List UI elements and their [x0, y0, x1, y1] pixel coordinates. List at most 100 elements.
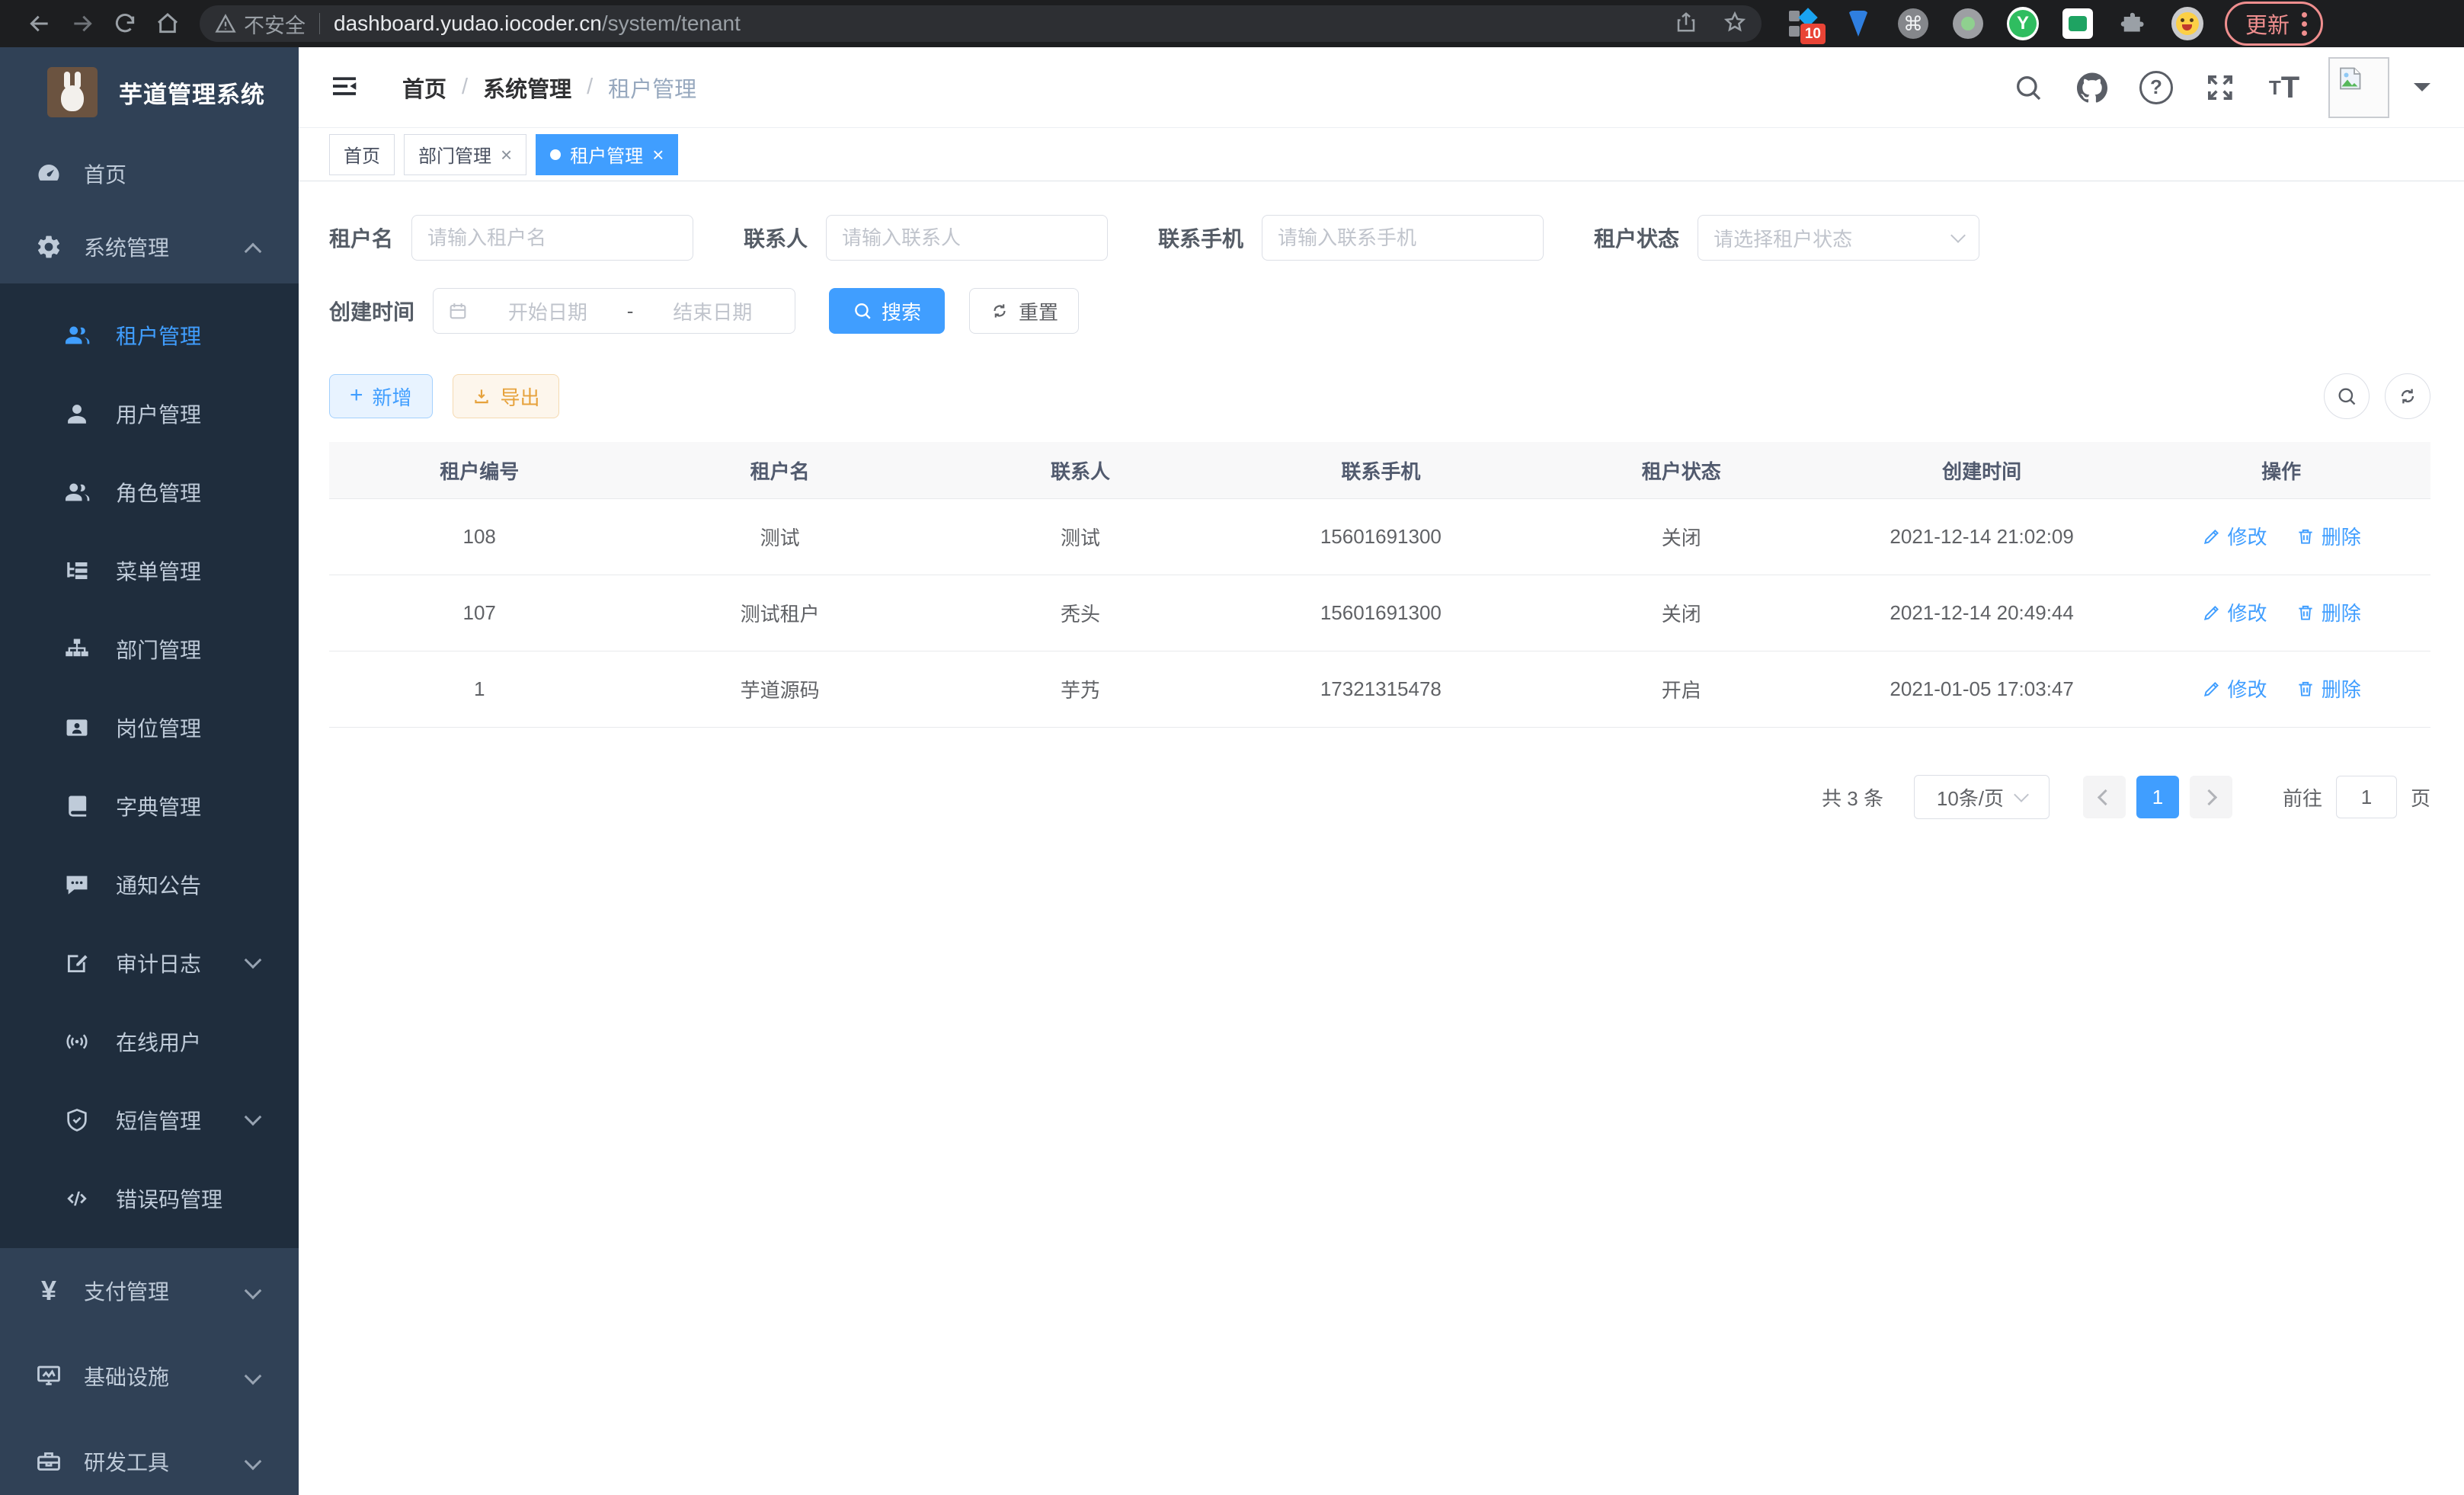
- shield-icon: [62, 1106, 91, 1135]
- trash-icon: [2296, 603, 2315, 623]
- sidebar-item-tenant[interactable]: 租户管理: [0, 296, 299, 374]
- tab-home[interactable]: 首页: [329, 134, 395, 175]
- extension-command-icon[interactable]: ⌘: [1897, 8, 1929, 40]
- extension-record-icon[interactable]: [1952, 8, 1984, 40]
- cell-created: 2021-12-14 21:02:09: [1832, 499, 2132, 575]
- tab-label: 部门管理: [418, 141, 491, 168]
- col-status: 租户状态: [1531, 442, 1832, 499]
- sidebar-item-audit-log[interactable]: 审计日志: [0, 924, 299, 1002]
- table-toolbar: + 新增 导出: [329, 373, 2430, 419]
- close-icon[interactable]: ×: [501, 145, 512, 165]
- edit-link[interactable]: 修改: [2202, 674, 2267, 703]
- code-icon: [62, 1184, 91, 1213]
- forward-icon[interactable]: [61, 7, 104, 40]
- back-icon[interactable]: [18, 7, 61, 40]
- chrome-update-button[interactable]: 更新: [2225, 2, 2323, 46]
- page-size-select[interactable]: 10条/页: [1914, 775, 2050, 819]
- cell-tenant-name: 测试: [629, 499, 930, 575]
- plus-icon: +: [350, 384, 363, 407]
- sidebar-item-user[interactable]: 用户管理: [0, 374, 299, 453]
- sidebar-item-system[interactable]: 系统管理: [0, 210, 299, 283]
- delete-link[interactable]: 删除: [2296, 674, 2361, 703]
- sidebar-item-error-code[interactable]: 错误码管理: [0, 1159, 299, 1237]
- sidebar-item-dept[interactable]: 部门管理: [0, 610, 299, 688]
- delete-link[interactable]: 删除: [2296, 522, 2361, 550]
- filter-form-row-2: 创建时间 开始日期 - 结束日期 搜索 重置: [329, 288, 2430, 334]
- fullscreen-icon[interactable]: [2200, 68, 2240, 107]
- next-page-button[interactable]: [2190, 776, 2232, 818]
- app-title: 芋道管理系统: [119, 75, 265, 110]
- sidebar-item-post[interactable]: 岗位管理: [0, 688, 299, 767]
- sidebar-item-home[interactable]: 首页: [0, 137, 299, 210]
- sidebar-item-role[interactable]: 角色管理: [0, 453, 299, 531]
- prev-page-button[interactable]: [2083, 776, 2126, 818]
- collapse-sidebar-icon[interactable]: [329, 71, 363, 104]
- edit-link[interactable]: 修改: [2202, 598, 2267, 626]
- yen-icon: ¥: [34, 1276, 64, 1306]
- font-size-icon[interactable]: TT: [2264, 68, 2304, 107]
- help-icon[interactable]: ?: [2136, 68, 2176, 107]
- tab-tenant[interactable]: 租户管理 ×: [536, 134, 678, 175]
- breadcrumb-home[interactable]: 首页: [402, 72, 446, 104]
- security-warning[interactable]: 不安全: [215, 9, 306, 39]
- breadcrumb-current: 租户管理: [608, 72, 696, 104]
- contact-input[interactable]: [826, 215, 1108, 261]
- show-search-button[interactable]: [2324, 373, 2370, 419]
- contact-label: 联系人: [744, 222, 808, 253]
- chevron-down-icon: [245, 1368, 262, 1385]
- goto-page-input[interactable]: [2336, 776, 2397, 818]
- total-count: 共 3 条: [1822, 783, 1883, 812]
- pen-icon: [2202, 527, 2222, 546]
- tree-list-icon: [62, 556, 91, 585]
- edit-link[interactable]: 修改: [2202, 522, 2267, 550]
- warning-triangle-icon: [215, 13, 236, 34]
- sidebar-item-online-users[interactable]: 在线用户: [0, 1002, 299, 1080]
- tenant-name-input[interactable]: [411, 215, 693, 261]
- cell-created: 2021-01-05 17:03:47: [1832, 651, 2132, 728]
- sidebar-item-menu[interactable]: 菜单管理: [0, 531, 299, 610]
- extension-emoji-icon[interactable]: [2171, 8, 2203, 40]
- sidebar-item-payment[interactable]: ¥ 支付管理: [0, 1248, 299, 1333]
- home-icon[interactable]: [146, 7, 189, 40]
- avatar-caret-icon[interactable]: [2414, 83, 2430, 100]
- avatar[interactable]: [2328, 57, 2389, 118]
- delete-link[interactable]: 删除: [2296, 598, 2361, 626]
- tab-dept[interactable]: 部门管理 ×: [404, 134, 526, 175]
- cell-created: 2021-12-14 20:49:44: [1832, 575, 2132, 651]
- close-icon[interactable]: ×: [652, 145, 664, 165]
- page-1-button[interactable]: 1: [2136, 776, 2179, 818]
- extension-yudao-icon[interactable]: Y: [2007, 8, 2039, 40]
- date-range-picker[interactable]: 开始日期 - 结束日期: [433, 288, 795, 334]
- browser-toolbar: 不安全 dashboard.yudao.iocoder.cn/system/te…: [0, 0, 2464, 47]
- cell-status: 关闭: [1531, 499, 1832, 575]
- sidebar-item-sms[interactable]: 短信管理: [0, 1080, 299, 1159]
- mobile-input[interactable]: [1262, 215, 1544, 261]
- browser-menu-icon[interactable]: [2302, 12, 2307, 36]
- cell-tenant-name: 测试租户: [629, 575, 930, 651]
- reset-button[interactable]: 重置: [969, 288, 1079, 334]
- status-select[interactable]: 请选择租户状态: [1698, 215, 1979, 261]
- sidebar-item-devtools[interactable]: 研发工具: [0, 1419, 299, 1495]
- extension-kite-icon[interactable]: [1842, 8, 1874, 40]
- github-icon[interactable]: [2072, 68, 2112, 107]
- bookmark-star-icon[interactable]: [1723, 11, 1746, 37]
- extension-chat-icon[interactable]: [2062, 8, 2094, 40]
- sidebar-item-notice[interactable]: 通知公告: [0, 845, 299, 924]
- header-search-icon[interactable]: [2008, 68, 2048, 107]
- search-button[interactable]: 搜索: [829, 288, 945, 334]
- refresh-table-button[interactable]: [2385, 373, 2430, 419]
- sidebar-item-infra[interactable]: 基础设施: [0, 1333, 299, 1419]
- toolbox-icon: [34, 1446, 64, 1477]
- extension-tabs-icon[interactable]: 10: [1787, 8, 1819, 40]
- breadcrumb-system[interactable]: 系统管理: [483, 72, 571, 104]
- add-button[interactable]: + 新增: [329, 374, 433, 418]
- sidebar-item-dict[interactable]: 字典管理: [0, 767, 299, 845]
- export-button[interactable]: 导出: [453, 374, 559, 418]
- share-icon[interactable]: [1675, 11, 1698, 37]
- app-logo-row[interactable]: 芋道管理系统: [0, 47, 299, 137]
- extensions-puzzle-icon[interactable]: [2117, 8, 2149, 40]
- cell-tenant-name: 芋道源码: [629, 651, 930, 728]
- reload-icon[interactable]: [104, 7, 146, 40]
- address-bar[interactable]: 不安全 dashboard.yudao.iocoder.cn/system/te…: [200, 5, 1762, 42]
- page-url[interactable]: dashboard.yudao.iocoder.cn/system/tenant: [334, 11, 741, 36]
